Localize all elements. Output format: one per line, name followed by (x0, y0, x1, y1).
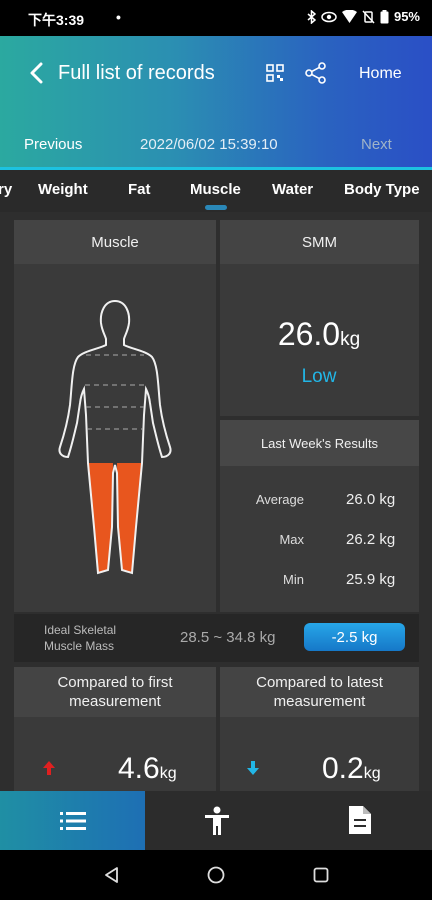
next-button[interactable]: Next (361, 136, 392, 153)
page-title: Full list of records (58, 62, 215, 84)
compare-latest-title-line2: measurement (273, 693, 366, 710)
compare-first-value-wrap: 4.6kg (118, 752, 177, 786)
last-week-title: Last Week's Results (260, 435, 379, 451)
compare-first-title-line2: measurement (69, 693, 161, 710)
arrow-up-icon (43, 761, 55, 775)
wifi-icon (341, 10, 357, 23)
muscle-card-header: Muscle (14, 220, 216, 264)
app-screen: 下午3:39 • 95% Full list of records Home P… (0, 0, 432, 900)
stat-max-value: 26.2 kg (346, 531, 396, 548)
compare-latest-value: 0.2 (322, 752, 364, 785)
list-icon (60, 812, 86, 830)
category-tabs: ry Weight Fat Muscle Water Body Type (0, 170, 432, 212)
document-icon (349, 806, 371, 834)
compare-latest-title-line1: Compared to latest (256, 674, 383, 691)
nav-list-tab[interactable] (0, 791, 145, 850)
compare-first-title-line1: Compared to first (57, 674, 173, 691)
tab-weight[interactable]: Weight (38, 181, 88, 198)
qr-code-icon[interactable] (266, 64, 284, 82)
compare-latest-header: Compared to latest measurement (220, 667, 419, 717)
compare-first-unit: kg (159, 765, 177, 782)
status-icons: 95% (307, 9, 420, 24)
compare-latest-unit: kg (363, 765, 381, 782)
system-navigation-bar (0, 850, 432, 900)
ideal-label-line1: Ideal Skeletal (44, 623, 117, 637)
ideal-label-line2: Muscle Mass (44, 639, 115, 653)
ideal-skeletal-muscle-row: Ideal Skeletal Muscle Mass 28.5 ~ 34.8 k… (14, 614, 419, 662)
nav-report-tab[interactable] (288, 791, 432, 850)
body-icon (205, 806, 229, 835)
last-week-header: Last Week's Results (220, 420, 419, 466)
previous-button[interactable]: Previous (24, 136, 82, 153)
back-triangle-icon[interactable] (104, 867, 120, 883)
tab-muscle[interactable]: Muscle (190, 181, 241, 198)
nav-body-tab[interactable] (145, 791, 288, 850)
stat-min-value: 25.9 kg (346, 571, 396, 588)
tab-summary[interactable]: ry (0, 181, 12, 198)
stat-min-label: Min (283, 572, 304, 587)
app-header: Full list of records Home Previous 2022/… (0, 36, 432, 170)
share-icon[interactable] (305, 62, 327, 84)
status-time: 下午3:39 (28, 12, 85, 28)
eye-icon (321, 11, 337, 22)
smm-card-title: SMM (302, 233, 337, 251)
tab-water[interactable]: Water (272, 181, 313, 198)
muscle-card-title: Muscle (91, 233, 139, 251)
difference-value: -2.5 kg (331, 628, 378, 646)
smm-unit: kg (340, 329, 361, 350)
back-arrow-icon[interactable] (28, 62, 46, 84)
body-figure (58, 299, 172, 575)
compare-first-header: Compared to first measurement (14, 667, 216, 717)
home-button[interactable]: Home (359, 65, 402, 83)
arrow-down-icon (247, 761, 259, 775)
notification-dot: • (116, 9, 121, 25)
bottom-navigation (0, 791, 432, 850)
status-bar: 下午3:39 • 95% (0, 0, 432, 36)
ideal-range: 28.5 ~ 34.8 kg (180, 629, 276, 646)
smm-number: 26.0 (277, 316, 341, 352)
stat-average-label: Average (255, 492, 304, 507)
tab-body-type[interactable]: Body Type (344, 181, 420, 198)
recents-square-icon[interactable] (313, 867, 329, 883)
smm-value: 26.0kg (220, 316, 418, 353)
smm-card-header: SMM (220, 220, 419, 264)
tab-indicator (205, 205, 227, 210)
smm-status: Low (301, 366, 337, 387)
tab-fat[interactable]: Fat (128, 181, 151, 198)
compare-latest-value-wrap: 0.2kg (322, 752, 381, 786)
home-circle-icon[interactable] (207, 866, 225, 884)
mute-icon (362, 9, 375, 24)
stat-average-value: 26.0 kg (346, 491, 396, 508)
compare-first-value: 4.6 (118, 752, 160, 785)
stat-max-label: Max (279, 532, 304, 547)
battery-icon (380, 9, 389, 23)
difference-badge: -2.5 kg (304, 623, 405, 651)
bluetooth-icon (307, 9, 316, 24)
battery-percent: 95% (393, 9, 420, 24)
record-datetime: 2022/06/02 15:39:10 (140, 136, 278, 153)
